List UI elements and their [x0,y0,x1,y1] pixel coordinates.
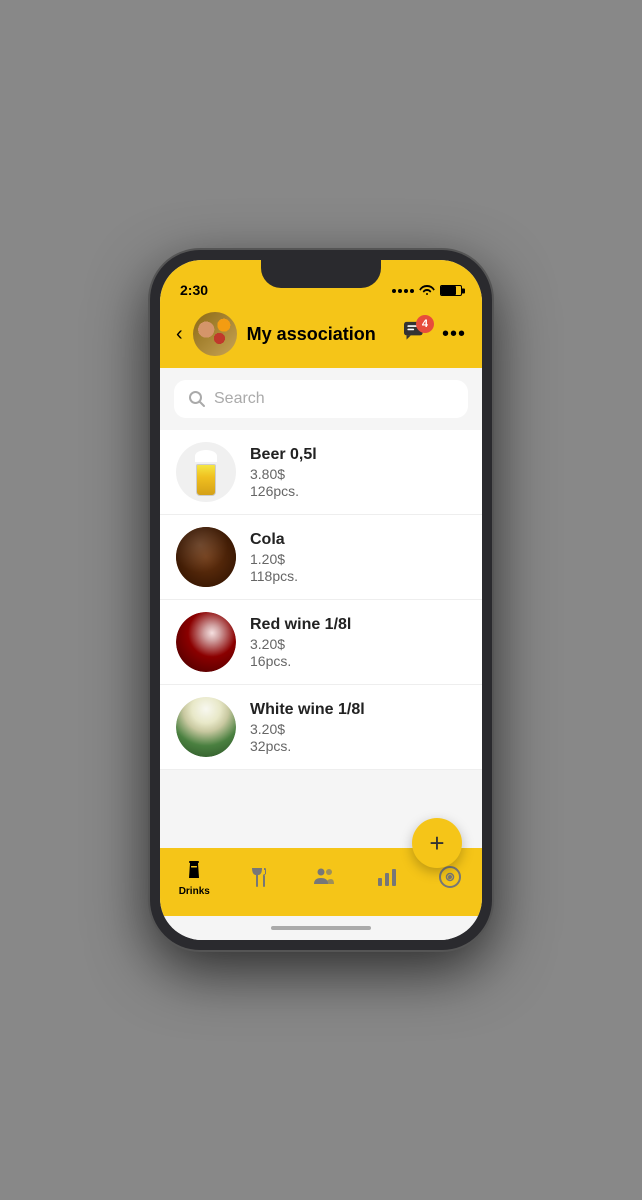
product-name: Red wine 1/8l [250,616,466,634]
search-container: Search [160,368,482,430]
product-price: 3.20$ [250,636,466,652]
product-price: 1.20$ [250,551,466,567]
nav-item-drinks[interactable]: Drinks [179,857,210,897]
list-item[interactable]: Red wine 1/8l 3.20$ 16pcs. [160,600,482,685]
product-image-whitewine [176,697,236,757]
nav-item-members[interactable] [311,864,337,890]
nav-label-drinks: Drinks [179,886,210,897]
page-title: My association [247,324,392,345]
product-info-redwine: Red wine 1/8l 3.20$ 16pcs. [250,616,466,669]
list-item[interactable]: Cola 1.20$ 118pcs. [160,515,482,600]
product-qty: 32pcs. [250,738,466,754]
product-price: 3.80$ [250,466,466,482]
product-qty: 16pcs. [250,653,466,669]
product-image-redwine [176,612,236,672]
home-indicator [160,916,482,940]
food-icon [247,864,273,890]
phone-screen: 2:30 ‹ My association [160,260,482,940]
drinks-icon [181,857,207,883]
list-item[interactable]: Beer 0,5l 3.80$ 126pcs. [160,430,482,515]
product-price: 3.20$ [250,721,466,737]
header-actions: 4 ••• [402,321,466,348]
product-name: Beer 0,5l [250,446,466,464]
signal-icon [392,289,414,293]
back-button[interactable]: ‹ [176,323,183,346]
add-button[interactable]: + [412,818,462,868]
product-info-cola: Cola 1.20$ 118pcs. [250,531,466,584]
chat-button[interactable]: 4 [402,321,428,348]
phone-frame: 2:30 ‹ My association [150,250,492,950]
svg-text:€: € [448,876,452,883]
search-placeholder[interactable]: Search [214,390,265,408]
product-name: Cola [250,531,466,549]
product-info-beer: Beer 0,5l 3.80$ 126pcs. [250,446,466,499]
notch [261,260,381,288]
notification-badge: 4 [416,315,434,333]
app-header: ‹ My association 4 ••• [160,304,482,368]
stats-icon [374,864,400,890]
battery-icon [440,285,462,296]
product-list: Beer 0,5l 3.80$ 126pcs. Cola 1.20$ 118pc… [160,430,482,848]
product-name: White wine 1/8l [250,701,466,719]
status-icons [392,283,462,298]
search-box: Search [174,380,468,418]
list-item[interactable]: White wine 1/8l 3.20$ 32pcs. [160,685,482,770]
status-time: 2:30 [180,282,208,298]
nav-item-stats[interactable] [374,864,400,890]
wifi-icon [419,283,435,298]
fab-container: + [412,818,462,868]
members-icon [311,864,337,890]
product-image-beer [176,442,236,502]
search-icon [188,390,206,408]
nav-item-food[interactable] [247,864,273,890]
product-image-cola [176,527,236,587]
product-info-whitewine: White wine 1/8l 3.20$ 32pcs. [250,701,466,754]
product-qty: 118pcs. [250,568,466,584]
more-button[interactable]: ••• [442,323,466,346]
product-qty: 126pcs. [250,483,466,499]
avatar [193,312,237,356]
